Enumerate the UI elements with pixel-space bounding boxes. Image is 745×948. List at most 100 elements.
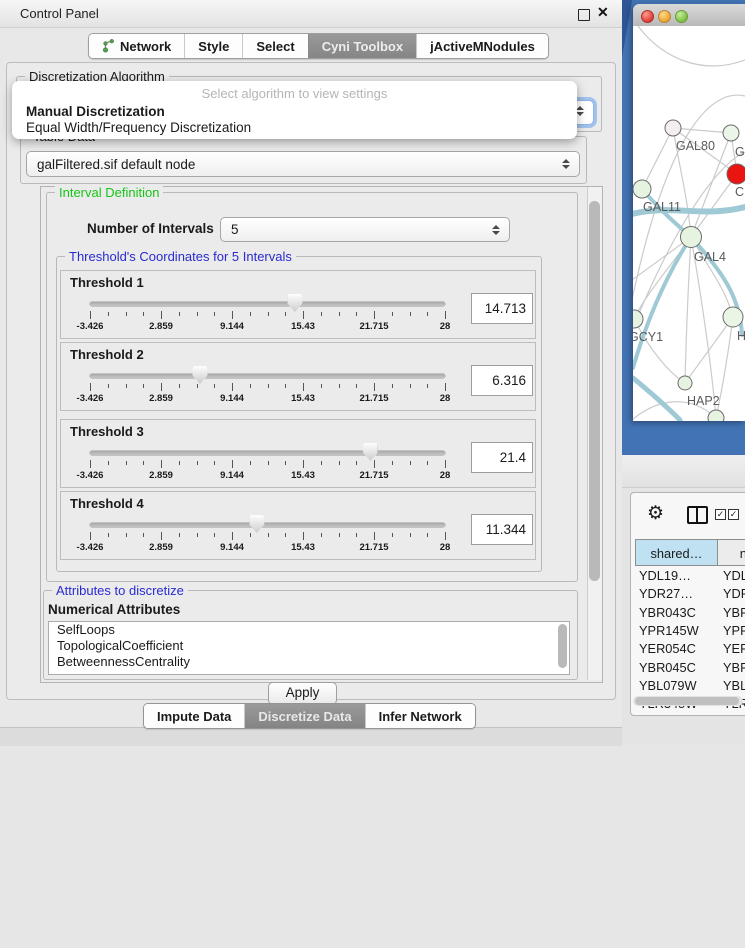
- node-table: shared… na YDL19…YDL1YDR27…YDR2YBR043CYB…: [635, 539, 745, 699]
- traffic-light-close[interactable]: [641, 10, 654, 23]
- node-label: H: [737, 329, 745, 343]
- table-row[interactable]: YIL052C YIL0: [635, 713, 745, 716]
- traffic-light-minimize[interactable]: [658, 10, 671, 23]
- cell-shared-name: YBR043C: [639, 604, 696, 622]
- slider-thumb[interactable]: [249, 515, 264, 533]
- cell-name: YBR0: [723, 659, 745, 677]
- checkbox-icon[interactable]: ✓: [728, 509, 739, 520]
- tab-infer-network[interactable]: Infer Network: [365, 704, 475, 728]
- table-row[interactable]: YER054CYER0: [635, 640, 745, 658]
- node-label: C: [735, 185, 744, 199]
- network-edge: [685, 317, 733, 383]
- network-node[interactable]: [727, 164, 745, 184]
- slider-track[interactable]: [90, 302, 445, 306]
- panel-title: Control Panel: [20, 6, 99, 21]
- float-window-icon[interactable]: [578, 9, 590, 21]
- tab-label: Style: [198, 39, 229, 54]
- cell-shared-name: YPR145W: [639, 622, 699, 640]
- slider-tick-labels: -3.4262.8599.14415.4321.71528: [90, 321, 445, 332]
- network-canvas[interactable]: GAL80GACGAL11GAL4GCY1HHAP2: [633, 26, 745, 421]
- tab-network[interactable]: Network: [89, 34, 184, 58]
- tab-select[interactable]: Select: [242, 34, 307, 58]
- table-panel-body: ⚙ ✓ ✓ shared… na YDL19…YDL1YDR27…YDR2YBR…: [630, 492, 745, 716]
- slider-ticks: [90, 532, 445, 541]
- node-label: GA: [735, 145, 745, 159]
- network-window-titlebar[interactable]: [633, 4, 745, 27]
- cell-name: YDL1: [723, 567, 745, 585]
- vertical-scrollbar-thumb[interactable]: [589, 201, 600, 581]
- network-node[interactable]: [633, 180, 651, 198]
- tab-style[interactable]: Style: [184, 34, 242, 58]
- network-edge: [673, 128, 731, 133]
- threshold-value-field[interactable]: 21.4: [471, 442, 533, 473]
- attribute-list-item[interactable]: TopologicalCoefficient: [49, 638, 569, 654]
- checkbox-icon[interactable]: ✓: [715, 509, 726, 520]
- apply-button[interactable]: Apply: [268, 682, 337, 705]
- threshold-label: Threshold 1: [70, 275, 144, 290]
- column-header-shared-name[interactable]: shared…: [635, 539, 718, 566]
- attributes-scrollbar-thumb[interactable]: [558, 624, 567, 668]
- table-row[interactable]: YDL19…YDL1: [635, 567, 745, 585]
- split-table-icon[interactable]: [687, 506, 708, 524]
- network-node[interactable]: [708, 410, 724, 421]
- network-node[interactable]: [723, 125, 739, 141]
- network-node[interactable]: [633, 310, 643, 328]
- control-panel: Control Panel ✕ Network Style SelectCyni T…: [0, 0, 622, 745]
- top-tab-bar: Network Style SelectCyni ToolboxjActiveMNo…: [88, 33, 549, 59]
- algorithm-dropdown-popup: Select algorithm to view settings Manual…: [12, 81, 577, 139]
- numerical-attributes-list[interactable]: SelfLoopsTopologicalCoefficientBetweenne…: [48, 621, 570, 675]
- network-tree-icon: [102, 39, 115, 53]
- threshold-row-3: Threshold 3-3.4262.8599.14415.4321.71528…: [60, 419, 536, 488]
- combo-steppers-icon: [491, 225, 500, 235]
- cell-name: YER0: [723, 640, 745, 658]
- table-row[interactable]: YDR27…YDR2: [635, 585, 745, 603]
- horizontal-scrollbar-thumb[interactable]: [635, 697, 739, 705]
- horizontal-scrollbar-track[interactable]: [633, 696, 743, 706]
- network-edge: [634, 319, 685, 383]
- node-label: GCY1: [633, 330, 663, 344]
- gear-icon[interactable]: ⚙: [647, 502, 664, 525]
- attribute-list-item[interactable]: BetweennessCentrality: [49, 654, 569, 670]
- threshold-value-field[interactable]: 11.344: [471, 514, 533, 545]
- number-of-intervals-value: 5: [221, 222, 491, 237]
- table-row[interactable]: YBR045C YBR0: [635, 659, 745, 677]
- table-row[interactable]: YPR145WYPR1: [635, 622, 745, 640]
- cell-shared-name: YIL052C: [639, 713, 689, 716]
- column-header-name[interactable]: na: [717, 539, 745, 566]
- network-node[interactable]: [665, 120, 681, 136]
- table-row[interactable]: YBR043C YBR0: [635, 604, 745, 622]
- slider-track[interactable]: [90, 374, 445, 378]
- screen: { "window": {"title": "Control Panel"}, …: [0, 0, 745, 745]
- table-row[interactable]: YBL079WYBL0: [635, 677, 745, 695]
- cell-shared-name: YBR045C: [639, 659, 696, 677]
- slider-ticks: [90, 460, 445, 469]
- bottom-tab-bar: Impute DataDiscretize DataInfer Network: [143, 703, 476, 729]
- tab-impute-data[interactable]: Impute Data: [144, 704, 244, 728]
- algorithm-option-equal-width[interactable]: Equal Width/Frequency Discretization: [14, 120, 263, 135]
- slider-track[interactable]: [90, 451, 445, 455]
- number-of-intervals-combobox[interactable]: 5: [220, 217, 510, 242]
- network-node[interactable]: [678, 376, 692, 390]
- tab-cyni-toolbox[interactable]: Cyni Toolbox: [308, 34, 416, 58]
- tab-discretize-data[interactable]: Discretize Data: [244, 704, 364, 728]
- cell-name: YBR0: [723, 604, 745, 622]
- table-data-combobox[interactable]: galFiltered.sif default node: [26, 151, 580, 177]
- slider-thumb[interactable]: [363, 443, 378, 461]
- network-node[interactable]: [723, 307, 743, 327]
- slider-thumb[interactable]: [287, 294, 302, 312]
- slider-tick-labels: -3.4262.8599.14415.4321.71528: [90, 393, 445, 404]
- threshold-label: Threshold 2: [70, 347, 144, 362]
- slider-thumb[interactable]: [193, 366, 208, 384]
- threshold-label: Threshold 3: [70, 424, 144, 439]
- threshold-value-field[interactable]: 14.713: [471, 293, 533, 324]
- threshold-value-field[interactable]: 6.316: [471, 365, 533, 396]
- algorithm-option-manual[interactable]: Manual Discretization: [14, 104, 177, 119]
- cell-name: YIL0: [723, 713, 745, 716]
- slider-track[interactable]: [90, 523, 445, 527]
- tab-jactivemnodules[interactable]: jActiveMNodules: [416, 34, 548, 58]
- traffic-light-zoom[interactable]: [675, 10, 688, 23]
- close-icon[interactable]: ✕: [597, 4, 609, 21]
- network-node[interactable]: [681, 227, 702, 248]
- control-panel-titlebar: Control Panel ✕: [0, 0, 622, 28]
- attribute-list-item[interactable]: SelfLoops: [49, 622, 569, 638]
